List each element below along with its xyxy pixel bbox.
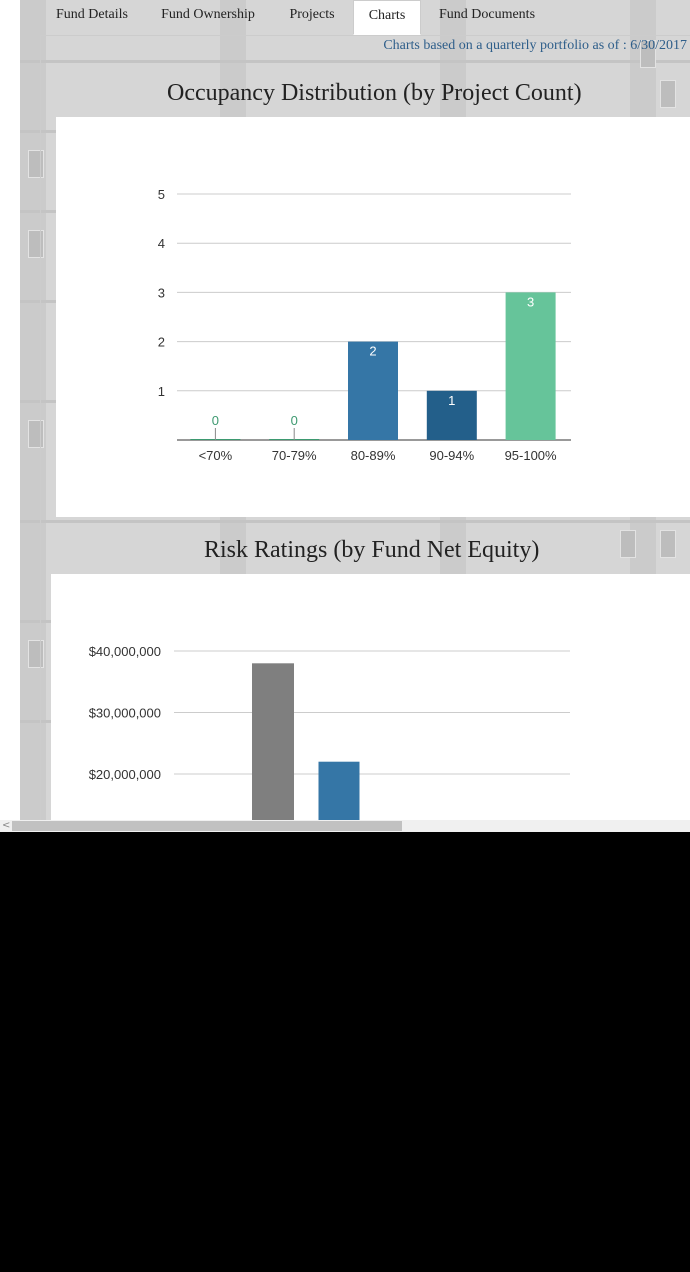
occupancy-chart: 1 2 3 4 5 0 <70% 0 70-79% 2 80-89% 1 90-94% 3 95-100%	[158, 187, 571, 463]
tab-projects[interactable]: Projects	[280, 0, 344, 35]
risk-chart-title: Risk Ratings (by Fund Net Equity)	[204, 537, 540, 563]
x-tick-label: 80-89%	[351, 448, 396, 463]
y-tick-label: 2	[158, 335, 165, 350]
x-tick-label: 95-100%	[505, 448, 557, 463]
data-label: 0	[212, 413, 219, 428]
bar	[318, 761, 360, 832]
tab-bar: Fund Details Fund Ownership Projects Cha…	[40, 0, 690, 36]
as-of-date-text: Charts based on a quarterly portfolio as…	[383, 38, 687, 53]
bar	[252, 663, 294, 832]
y-tick-label: 3	[158, 285, 165, 300]
x-tick-label: 90-94%	[429, 448, 474, 463]
tab-fund-details[interactable]: Fund Details	[48, 0, 136, 35]
x-tick-label: <70%	[199, 448, 233, 463]
horizontal-scrollbar[interactable]: <	[0, 820, 690, 832]
scrollbar-thumb[interactable]	[12, 821, 402, 831]
y-tick-label: $20,000,000	[89, 767, 161, 782]
data-label: 3	[527, 294, 534, 309]
bar	[505, 292, 556, 440]
tab-fund-documents[interactable]: Fund Documents	[429, 0, 545, 35]
occupancy-chart-card: 1 2 3 4 5 0 <70% 0 70-79% 2 80-89% 1 90-94% 3 95-100%	[56, 117, 690, 517]
y-tick-label: 5	[158, 187, 165, 202]
x-tick-label: 70-79%	[272, 448, 317, 463]
scroll-left-arrow-icon[interactable]: <	[2, 820, 10, 832]
y-tick-label: 4	[158, 236, 165, 251]
browser-viewport: Fund Details Fund Ownership Projects Cha…	[0, 0, 690, 832]
data-label: 1	[448, 393, 455, 408]
risk-chart-card: $20,000,000 $30,000,000 $40,000,000	[51, 574, 690, 832]
data-label: 2	[369, 344, 376, 359]
tab-fund-ownership[interactable]: Fund Ownership	[152, 0, 264, 35]
y-tick-label: $30,000,000	[89, 706, 161, 721]
y-tick-label: 1	[158, 384, 165, 399]
occupancy-chart-title: Occupancy Distribution (by Project Count…	[167, 80, 582, 106]
risk-chart: $20,000,000 $30,000,000 $40,000,000	[89, 644, 570, 832]
data-label: 0	[291, 413, 298, 428]
tab-charts[interactable]: Charts	[353, 0, 421, 35]
y-tick-label: $40,000,000	[89, 644, 161, 659]
